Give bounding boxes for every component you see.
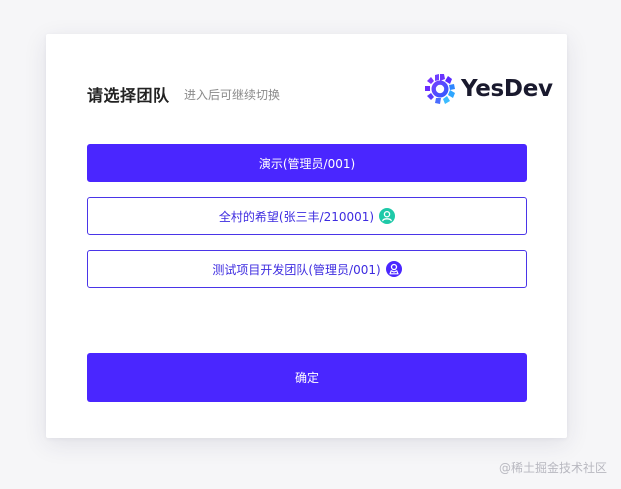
team-option-village-hope[interactable]: 全村的希望(张三丰/210001) <box>87 197 527 235</box>
dialog-title: 请选择团队 <box>87 86 170 105</box>
dialog-subtitle: 进入后可继续切换 <box>184 88 281 102</box>
yesdev-logo-icon <box>425 74 455 104</box>
logo-text: YesDev <box>461 76 553 102</box>
team-select-dialog: 请选择团队 进入后可继续切换 YesDev 演示(管理员/001) 全村的希望(… <box>46 34 567 438</box>
page: 请选择团队 进入后可继续切换 YesDev 演示(管理员/001) 全村的希望(… <box>0 0 621 489</box>
user-icon <box>379 208 396 224</box>
yesdev-logo: YesDev <box>424 72 553 106</box>
team-option-test-dev-team[interactable]: 测试项目开发团队(管理员/001) <box>87 250 527 288</box>
confirm-button[interactable]: 确定 <box>87 353 527 402</box>
team-option-demo[interactable]: 演示(管理员/001) <box>87 144 527 182</box>
admin-user-icon <box>385 261 402 277</box>
team-label: 演示(管理员/001) <box>258 156 356 171</box>
team-label: 测试项目开发团队(管理员/001) <box>212 262 381 277</box>
team-label: 全村的希望(张三丰/210001) <box>218 209 375 224</box>
watermark: @稀土掘金技术社区 <box>498 461 607 475</box>
